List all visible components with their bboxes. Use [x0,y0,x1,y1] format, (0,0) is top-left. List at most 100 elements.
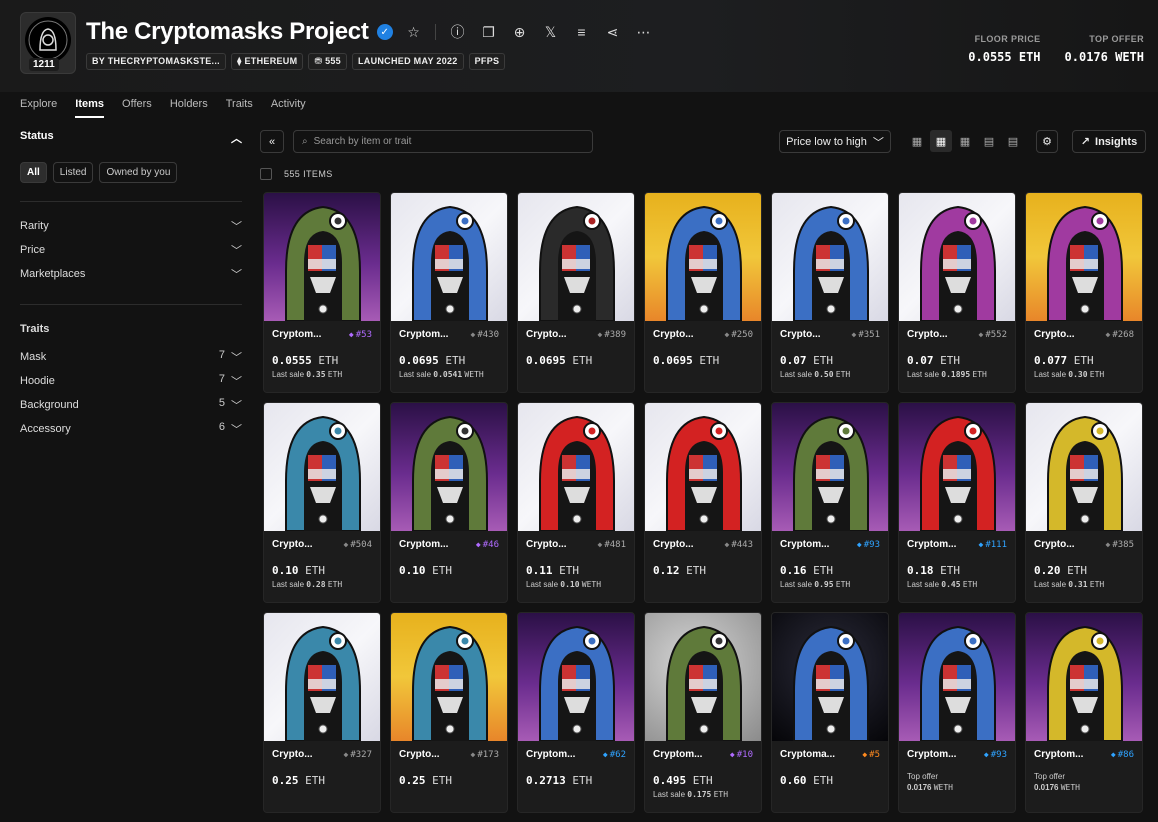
trait-accessory[interactable]: Accessory 6 ﹀ [20,417,242,441]
settings-button[interactable]: ⚙ [1036,130,1058,153]
sort-select[interactable]: Price low to high ﹀ [779,130,891,153]
nft-card[interactable]: Crypto... ◆ #268 0.077 ETH Last sale 0.30 ET… [1025,192,1143,393]
nft-card[interactable]: Cryptom... ◆ #86 Top offer 0.0176 WETH [1025,612,1143,813]
nft-name: Cryptom... [780,539,830,550]
nft-image[interactable] [518,403,634,531]
tab-traits[interactable]: Traits [226,98,253,118]
nft-price: 0.25 ETH [272,774,325,787]
globe-icon[interactable]: ⊕ [504,24,535,41]
stack-icon[interactable]: ≡ [566,24,597,40]
nft-image[interactable] [899,403,1015,531]
grid-large-icon[interactable]: ▦ [954,130,976,152]
nft-card[interactable]: Cryptom... ◆ #93 Top offer 0.0176 WETH [898,612,1016,813]
nft-card[interactable]: Crypto... ◆ #504 0.10 ETH Last sale 0.28 ETH [263,402,381,603]
rarity-diamond-icon: ◆ [862,749,868,759]
nft-image[interactable] [391,613,507,741]
nft-card[interactable]: Cryptom... ◆ #93 0.16 ETH Last sale 0.95 ETH [771,402,889,603]
nft-image[interactable] [772,193,888,321]
nft-name: Cryptom... [1034,749,1084,760]
info-icon[interactable]: ⓘ [442,22,473,42]
category-tag[interactable]: PFPS [468,53,506,70]
tab-explore[interactable]: Explore [20,98,57,118]
trait-mask[interactable]: Mask 7 ﹀ [20,345,242,369]
select-all-checkbox[interactable] [260,168,272,180]
nft-image[interactable] [772,403,888,531]
nft-card[interactable]: Crypto... ◆ #443 0.12 ETH [644,402,762,603]
grid-medium-icon[interactable]: ▦ [930,130,952,152]
nft-image[interactable] [899,193,1015,321]
nft-card[interactable]: Crypto... ◆ #481 0.11 ETH Last sale 0.10 WET… [517,402,635,603]
divider [20,304,242,305]
star-icon[interactable]: ☆ [398,24,429,41]
rarity-diamond-icon: ◆ [343,539,349,549]
nft-card[interactable]: Crypto... ◆ #389 0.0695 ETH [517,192,635,393]
nft-name: Cryptoma... [780,749,836,760]
filter-price[interactable]: Price ﹀ [20,238,242,262]
nft-card[interactable]: Crypto... ◆ #351 0.07 ETH Last sale 0.50 ETH [771,192,889,393]
nft-card[interactable]: Crypto... ◆ #250 0.0695 ETH [644,192,762,393]
copy-icon[interactable]: ❐ [473,24,504,41]
nft-name: Crypto... [272,539,313,550]
insights-button[interactable]: ↗ Insights [1072,130,1146,153]
collection-logo[interactable]: 1211 [20,12,76,74]
creator-tag[interactable]: BY THECRYPTOMASKSTE... [86,53,226,70]
status-listed-chip[interactable]: Listed [52,162,94,183]
last-sale: Last sale 0.28 ETH [272,580,343,589]
nft-image[interactable] [264,403,380,531]
nft-image[interactable] [391,193,507,321]
nft-image[interactable] [1026,403,1142,531]
nft-name: Crypto... [1034,329,1075,340]
grid-small-icon[interactable]: ▦ [906,130,928,152]
tab-activity[interactable]: Activity [271,98,306,118]
trait-background[interactable]: Background 5 ﹀ [20,393,242,417]
filter-marketplaces[interactable]: Marketplaces ﹀ [20,262,242,286]
nft-card[interactable]: Crypto... ◆ #385 0.20 ETH Last sale 0.31 ETH [1025,402,1143,603]
tab-offers[interactable]: Offers [122,98,152,118]
nft-card[interactable]: Crypto... ◆ #173 0.25 ETH [390,612,508,813]
rarity-diamond-icon: ◆ [1105,329,1111,339]
nft-image[interactable] [645,193,761,321]
nft-image[interactable] [772,613,888,741]
nft-price: 0.20 ETH [1034,564,1087,577]
chevron-down-icon: ﹀ [231,269,242,281]
trait-hoodie[interactable]: Hoodie 7 ﹀ [20,369,242,393]
rarity-diamond-icon: ◆ [724,329,730,339]
status-header[interactable]: Status ︿ [20,130,242,146]
nft-card[interactable]: Cryptom... ◆ #10 0.495 ETH Last sale 0.175 E… [644,612,762,813]
list-icon[interactable]: ▤ [978,130,1000,152]
nft-image[interactable] [1026,193,1142,321]
nft-card[interactable]: Cryptom... ◆ #53 0.0555 ETH Last sale 0.35 E… [263,192,381,393]
status-all-chip[interactable]: All [20,162,47,183]
tab-items[interactable]: Items [75,98,105,118]
collapse-sidebar-button[interactable]: « [260,130,284,153]
nft-image[interactable] [391,403,507,531]
table-icon[interactable]: ▤ [1002,130,1024,152]
share-icon[interactable]: ⋖ [597,24,628,41]
rarity-rank: ◆ #62 [602,749,626,760]
nft-name: Cryptom... [399,539,449,550]
nft-image[interactable] [1026,613,1142,741]
nft-card[interactable]: Cryptom... ◆ #62 0.2713 ETH [517,612,635,813]
nft-image[interactable] [264,193,380,321]
nft-card[interactable]: Cryptom... ◆ #430 0.0695 ETH Last sale 0.054… [390,192,508,393]
search-input[interactable]: ⌕ Search by item or trait [293,130,593,153]
nft-card[interactable]: Crypto... ◆ #327 0.25 ETH [263,612,381,813]
x-icon[interactable]: 𝕏 [535,24,566,41]
nft-image[interactable] [645,403,761,531]
nft-image[interactable] [645,613,761,741]
filter-rarity[interactable]: Rarity ﹀ [20,214,242,238]
status-owned-chip[interactable]: Owned by you [99,162,178,183]
nft-image[interactable] [264,613,380,741]
logo-count: 1211 [29,58,59,71]
nft-image[interactable] [518,193,634,321]
nft-card[interactable]: Cryptom... ◆ #111 0.18 ETH Last sale 0.45 ET… [898,402,1016,603]
nft-card[interactable]: Cryptom... ◆ #46 0.10 ETH [390,402,508,603]
nft-card[interactable]: Cryptoma... ◆ #5 0.60 ETH [771,612,889,813]
last-sale: Last sale 0.95 ETH [780,580,851,589]
chevron-down-icon: ﹀ [872,136,884,149]
nft-image[interactable] [899,613,1015,741]
nft-image[interactable] [518,613,634,741]
more-icon[interactable]: ⋯ [628,24,659,41]
tab-holders[interactable]: Holders [170,98,208,118]
nft-card[interactable]: Crypto... ◆ #552 0.07 ETH Last sale 0.1895 E… [898,192,1016,393]
